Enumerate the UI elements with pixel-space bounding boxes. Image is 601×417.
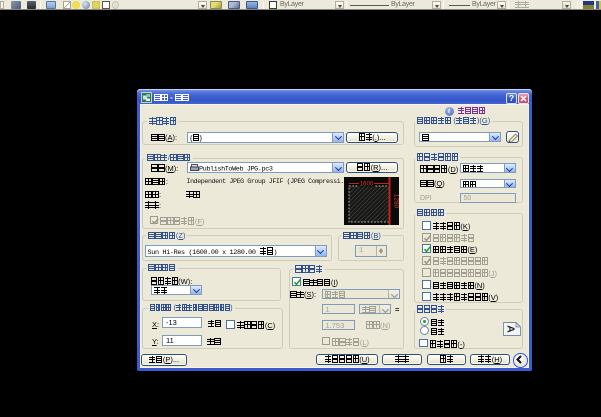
svg-text:1600: 1600: [360, 181, 374, 188]
svg-text:1280: 1280: [393, 194, 400, 209]
svg-text:A: A: [504, 325, 516, 333]
